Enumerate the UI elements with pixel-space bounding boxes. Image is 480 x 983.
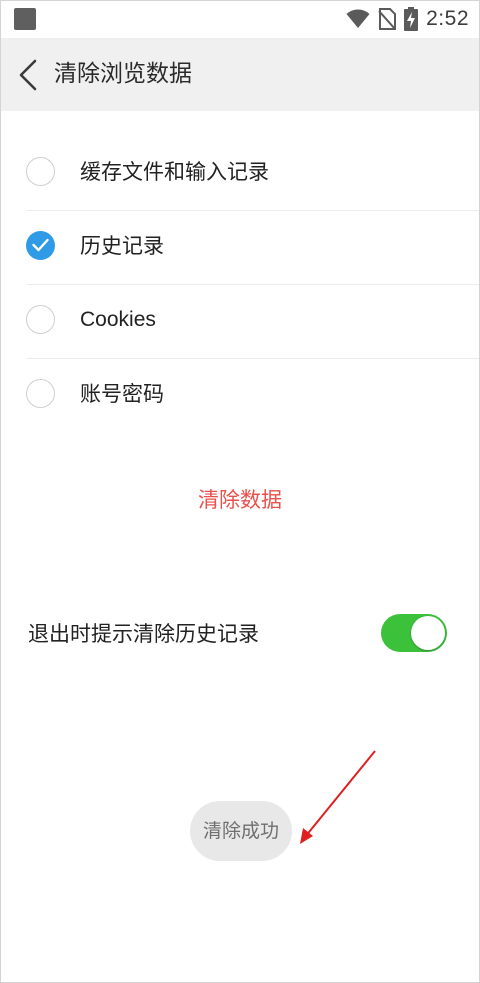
- wifi-icon: [346, 9, 370, 29]
- status-bar: 2:52: [1, 1, 479, 38]
- option-label: 历史记录: [80, 234, 164, 258]
- no-sim-icon: [378, 8, 397, 30]
- top-app-bar: 清除浏览数据: [1, 38, 479, 111]
- clear-data-button[interactable]: 清除数据: [1, 485, 479, 515]
- exit-prompt-toggle[interactable]: [381, 614, 447, 652]
- option-account-passwords[interactable]: 账号密码: [1, 359, 479, 433]
- option-history[interactable]: 历史记录: [1, 211, 479, 285]
- clear-options-list: 缓存文件和输入记录 历史记录 Cookies 账号密码: [1, 137, 479, 433]
- setting-label: 退出时提示清除历史记录: [28, 622, 259, 646]
- toggle-knob: [411, 616, 445, 650]
- toast-message: 清除成功: [190, 801, 292, 861]
- exit-prompt-setting-row: 退出时提示清除历史记录: [1, 613, 479, 657]
- option-cache-and-input[interactable]: 缓存文件和输入记录: [1, 137, 479, 211]
- option-label: Cookies: [80, 308, 156, 331]
- app-notification-icon: [14, 8, 36, 30]
- page-title: 清除浏览数据: [54, 61, 192, 87]
- radio-button[interactable]: [26, 305, 55, 334]
- status-time: 2:52: [426, 7, 469, 30]
- option-label: 账号密码: [80, 382, 164, 406]
- radio-button[interactable]: [26, 379, 55, 408]
- chevron-left-icon[interactable]: [17, 59, 39, 91]
- screen: 2:52 清除浏览数据 缓存文件和输入记录 历史记录 Cookies 账号密码 …: [0, 0, 480, 983]
- radio-button[interactable]: [26, 157, 55, 186]
- battery-charging-icon: [404, 7, 419, 31]
- red-arrow-icon: [300, 750, 376, 844]
- checkmark-icon: [32, 238, 49, 252]
- status-icons: 2:52: [346, 5, 469, 33]
- radio-button-checked[interactable]: [26, 231, 55, 260]
- option-cookies[interactable]: Cookies: [1, 285, 479, 359]
- option-label: 缓存文件和输入记录: [80, 160, 269, 184]
